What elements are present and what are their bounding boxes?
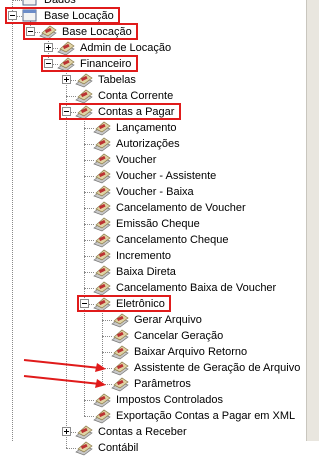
tree-item-eletronico[interactable]: Eletrônico (0, 296, 307, 312)
vertical-scrollbar[interactable] (306, 0, 319, 441)
module-icon (92, 184, 112, 200)
tree-item-voucher[interactable]: Voucher (0, 152, 307, 168)
module-icon (110, 328, 130, 344)
red-arrow-icon (23, 375, 106, 388)
tree-item-label: Parâmetros (134, 378, 191, 390)
module-icon (92, 264, 112, 280)
tree-item-label: Autorizações (116, 138, 180, 150)
module-tree[interactable]: Dados Base Locação Base Locação Admin de Lo… (0, 0, 307, 456)
tree-item-label: Cancelamento Cheque (116, 234, 229, 246)
module-icon (92, 216, 112, 232)
tree-item-label: Base Locação (44, 10, 114, 22)
tree-item-label: Cancelamento de Voucher (116, 202, 246, 214)
expand-icon[interactable] (62, 75, 71, 84)
module-icon (74, 72, 94, 88)
tree-item-label: Baixa Direta (116, 266, 176, 278)
module-icon (92, 120, 112, 136)
doc-icon (20, 8, 40, 24)
tree-item-label: Lançamento (116, 122, 177, 134)
tree-item-cancelamento-baixa-de-voucher[interactable]: Cancelamento Baixa de Voucher (0, 280, 307, 296)
module-icon (92, 408, 112, 424)
module-icon (74, 440, 94, 456)
tree-item-label: Exportação Contas a Pagar em XML (116, 410, 296, 422)
tree-item-label: Cancelamento Baixa de Voucher (116, 282, 277, 294)
tree-item-label: Impostos Controlados (116, 394, 223, 406)
expand-icon[interactable] (62, 427, 71, 436)
tree-item-label: Voucher - Assistente (116, 170, 217, 182)
tree-item-label: Gerar Arquivo (134, 314, 202, 326)
module-icon (92, 200, 112, 216)
tree-item-contas-a-receber[interactable]: Contas a Receber (0, 424, 307, 440)
tree-item-incremento[interactable]: Incremento (0, 248, 307, 264)
tree-item-label: Admin de Locação (80, 42, 172, 54)
tree-item-financeiro[interactable]: Financeiro (0, 56, 307, 72)
expand-icon[interactable] (44, 43, 53, 52)
module-icon (56, 40, 76, 56)
tree-item-label: Incremento (116, 250, 172, 262)
collapse-icon[interactable] (62, 107, 71, 116)
tree-item-cancelamento-cheque[interactable]: Cancelamento Cheque (0, 232, 307, 248)
tree-item-contas-a-pagar[interactable]: Contas a Pagar (0, 104, 307, 120)
tree-item-conta-corrente[interactable]: Conta Corrente (0, 88, 307, 104)
tree-item-gerar-arquivo[interactable]: Gerar Arquivo (0, 312, 307, 328)
tree-item-dados[interactable]: Dados (0, 0, 307, 8)
tree-item-emissao-cheque[interactable]: Emissão Cheque (0, 216, 307, 232)
collapse-icon[interactable] (80, 299, 89, 308)
module-icon (92, 280, 112, 296)
tree-item-base-locacao[interactable]: Base Locação (0, 24, 307, 40)
tree-item-contabil[interactable]: Contábil (0, 440, 307, 456)
tree-item-label: Tabelas (98, 74, 136, 86)
module-icon (92, 152, 112, 168)
tree-item-label: Contábil (98, 442, 139, 454)
tree-item-base-locacao[interactable]: Base Locação (0, 8, 307, 24)
tree-item-label: Eletrônico (116, 298, 165, 310)
tree-item-tabelas[interactable]: Tabelas (0, 72, 307, 88)
tree-item-cancelamento-de-voucher[interactable]: Cancelamento de Voucher (0, 200, 307, 216)
module-icon (92, 392, 112, 408)
tree-item-label: Emissão Cheque (116, 218, 200, 230)
tree-item-label: Contas a Pagar (98, 106, 175, 118)
module-icon (92, 136, 112, 152)
module-icon (92, 296, 112, 312)
tree-item-autorizacoes[interactable]: Autorizações (0, 136, 307, 152)
doc-icon (20, 0, 40, 8)
module-icon (92, 248, 112, 264)
module-icon (38, 24, 58, 40)
tree-item-admin-de-locacao[interactable]: Admin de Locação (0, 40, 307, 56)
tree-item-label: Assistente de Geração de Arquivo (134, 362, 301, 374)
tree-item-label: Voucher - Baixa (116, 186, 194, 198)
module-icon (92, 232, 112, 248)
module-icon (110, 312, 130, 328)
tree-item-label: Conta Corrente (98, 90, 174, 102)
tree-item-baixa-direta[interactable]: Baixa Direta (0, 264, 307, 280)
module-icon (56, 56, 76, 72)
module-icon (74, 424, 94, 440)
tree-item-label: Cancelar Geração (134, 330, 224, 342)
tree-item-label: Voucher (116, 154, 157, 166)
module-icon (92, 168, 112, 184)
tree-item-lancamento[interactable]: Lançamento (0, 120, 307, 136)
tree-item-label: Baixar Arquivo Retorno (134, 346, 248, 358)
tree-item-voucher-assistente[interactable]: Voucher - Assistente (0, 168, 307, 184)
module-icon (74, 88, 94, 104)
tree-item-voucher-baixa[interactable]: Voucher - Baixa (0, 184, 307, 200)
module-icon (74, 104, 94, 120)
tree-item-label: Financeiro (80, 58, 132, 70)
tree-item-exportacao-contas-a-pagar-em-xml[interactable]: Exportação Contas a Pagar em XML (0, 408, 307, 424)
collapse-icon[interactable] (44, 59, 53, 68)
tree-item-cancelar-geracao[interactable]: Cancelar Geração (0, 328, 307, 344)
tree-item-label: Contas a Receber (98, 426, 187, 438)
tree-item-label: Base Locação (62, 26, 132, 38)
tree-item-impostos-controlados[interactable]: Impostos Controlados (0, 392, 307, 408)
collapse-icon[interactable] (8, 11, 17, 20)
collapse-icon[interactable] (26, 27, 35, 36)
tree-item-label: Dados (44, 0, 76, 6)
